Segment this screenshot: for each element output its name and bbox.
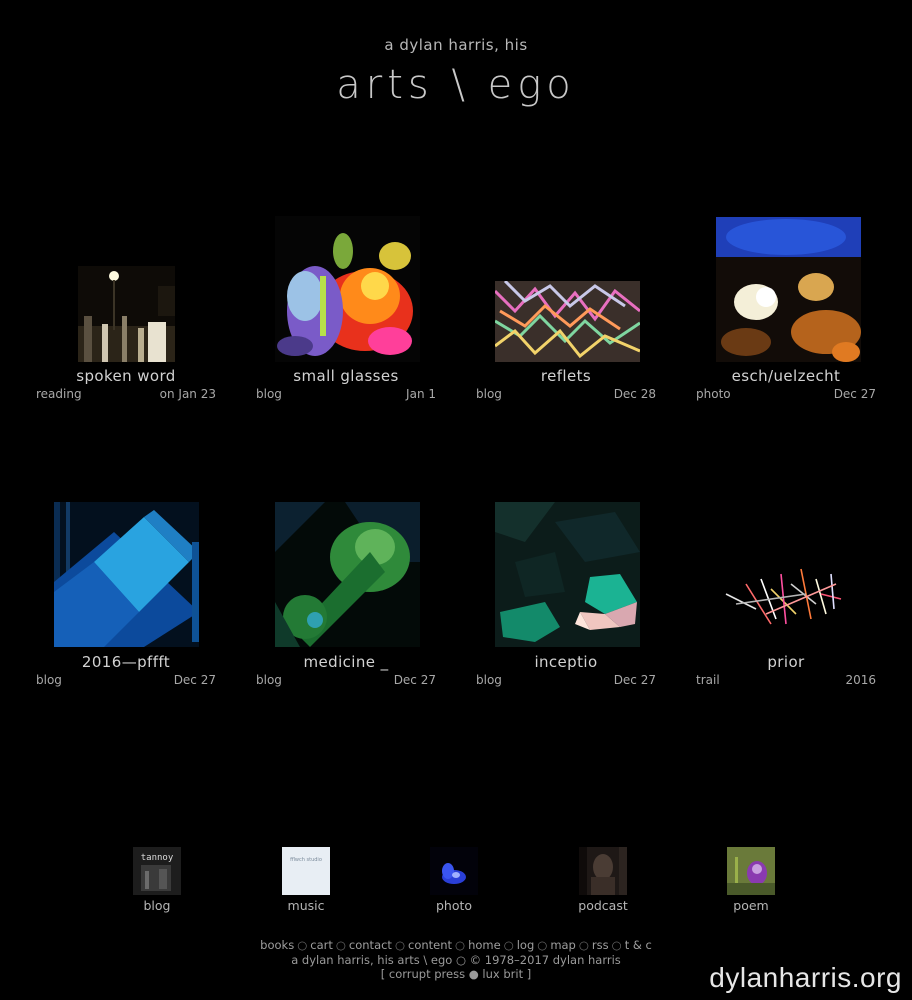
footer-separator: ○: [611, 938, 622, 952]
footer-separator: ○: [335, 938, 346, 952]
footer-link-rss[interactable]: rss: [592, 938, 609, 952]
tile-prior[interactable]: prior trail 2016: [686, 496, 886, 696]
footer-nav: books ○ cart ○ contact ○ content ○ home ○ log ○ map ○…: [0, 938, 912, 952]
tile-spoken-word[interactable]: spoken word reading on Jan 23: [26, 210, 226, 410]
tile-inceptio[interactable]: inceptio blog Dec 27: [466, 496, 666, 696]
footer-separator: ○: [394, 938, 405, 952]
prior-thumbnail[interactable]: [716, 564, 861, 647]
tile-date: Dec 27: [833, 387, 876, 401]
footer-separator: ○: [503, 938, 514, 952]
tile-date: Dec 27: [393, 673, 436, 687]
tile-title[interactable]: reflets: [466, 367, 666, 385]
section-label[interactable]: music: [256, 898, 356, 913]
section-blog[interactable]: tannoy blog: [107, 847, 207, 917]
section-label[interactable]: podcast: [553, 898, 653, 913]
tile-medicine[interactable]: medicine _ blog Dec 27: [246, 496, 446, 696]
footer-link-log[interactable]: log: [517, 938, 535, 952]
tile-category[interactable]: trail: [696, 673, 720, 687]
footer-link-content[interactable]: content: [408, 938, 452, 952]
site-title[interactable]: arts \ ego: [0, 62, 912, 108]
medicine-thumbnail[interactable]: [275, 502, 420, 647]
tile-category[interactable]: blog: [256, 673, 282, 687]
section-poem[interactable]: poem: [701, 847, 801, 917]
esch-uelzecht-thumbnail[interactable]: [716, 217, 861, 362]
blog-thumbnail-text: tannoy: [140, 853, 174, 863]
tile-title[interactable]: esch/uelzecht: [686, 367, 886, 385]
section-podcast[interactable]: podcast: [553, 847, 653, 917]
footer-separator: ○: [297, 938, 308, 952]
inceptio-thumbnail[interactable]: [495, 502, 640, 647]
music-thumbnail[interactable]: fflwch studio: [282, 847, 330, 895]
tile-date: Dec 28: [613, 387, 656, 401]
section-photo[interactable]: photo: [404, 847, 504, 917]
footer-separator: ○: [537, 938, 548, 952]
poem-thumbnail[interactable]: [727, 847, 775, 895]
site-watermark: dylanharris.org: [709, 962, 902, 993]
footer-link-cart[interactable]: cart: [310, 938, 333, 952]
tile-title[interactable]: prior: [686, 653, 886, 671]
2016-pffft-thumbnail[interactable]: [54, 502, 199, 647]
tile-category[interactable]: blog: [256, 387, 282, 401]
tile-2016-pffft[interactable]: 2016—pffft blog Dec 27: [26, 496, 226, 696]
tile-date: Jan 1: [406, 387, 436, 401]
tile-title[interactable]: medicine _: [246, 653, 446, 671]
tile-title[interactable]: small glasses: [246, 367, 446, 385]
tile-category[interactable]: blog: [476, 387, 502, 401]
tile-category[interactable]: blog: [476, 673, 502, 687]
tile-date: on Jan 23: [159, 387, 216, 401]
tile-small-glasses[interactable]: small glasses blog Jan 1: [246, 210, 446, 410]
tile-date: Dec 27: [613, 673, 656, 687]
tile-category[interactable]: photo: [696, 387, 731, 401]
footer-link-books[interactable]: books: [260, 938, 294, 952]
podcast-thumbnail[interactable]: [579, 847, 627, 895]
footer-link-tc[interactable]: t & c: [625, 938, 652, 952]
tile-title[interactable]: 2016—pffft: [26, 653, 226, 671]
footer-separator: ○: [578, 938, 589, 952]
music-thumbnail-text: fflwch studio: [290, 857, 322, 863]
section-music[interactable]: fflwch studio music: [256, 847, 356, 917]
section-label[interactable]: poem: [701, 898, 801, 913]
footer-link-map[interactable]: map: [550, 938, 576, 952]
blog-thumbnail[interactable]: tannoy: [133, 847, 181, 895]
tile-title[interactable]: inceptio: [466, 653, 666, 671]
tile-esch-uelzecht[interactable]: esch/uelzecht photo Dec 27: [686, 210, 886, 410]
tile-date: 2016: [845, 673, 876, 687]
tile-title[interactable]: spoken word: [26, 367, 226, 385]
section-label[interactable]: blog: [107, 898, 207, 913]
footer-separator: ○: [455, 938, 466, 952]
tile-date: Dec 27: [173, 673, 216, 687]
footer-link-home[interactable]: home: [468, 938, 501, 952]
photo-thumbnail[interactable]: [430, 847, 478, 895]
tile-reflets[interactable]: reflets blog Dec 28: [466, 210, 666, 410]
section-label[interactable]: photo: [404, 898, 504, 913]
spoken-word-thumbnail[interactable]: [78, 266, 175, 362]
site-subtitle: a dylan harris, his: [384, 36, 528, 54]
small-glasses-thumbnail[interactable]: [275, 216, 420, 362]
tile-category[interactable]: reading: [36, 387, 82, 401]
footer-link-contact[interactable]: contact: [349, 938, 392, 952]
reflets-thumbnail[interactable]: [495, 281, 640, 362]
tile-category[interactable]: blog: [36, 673, 62, 687]
